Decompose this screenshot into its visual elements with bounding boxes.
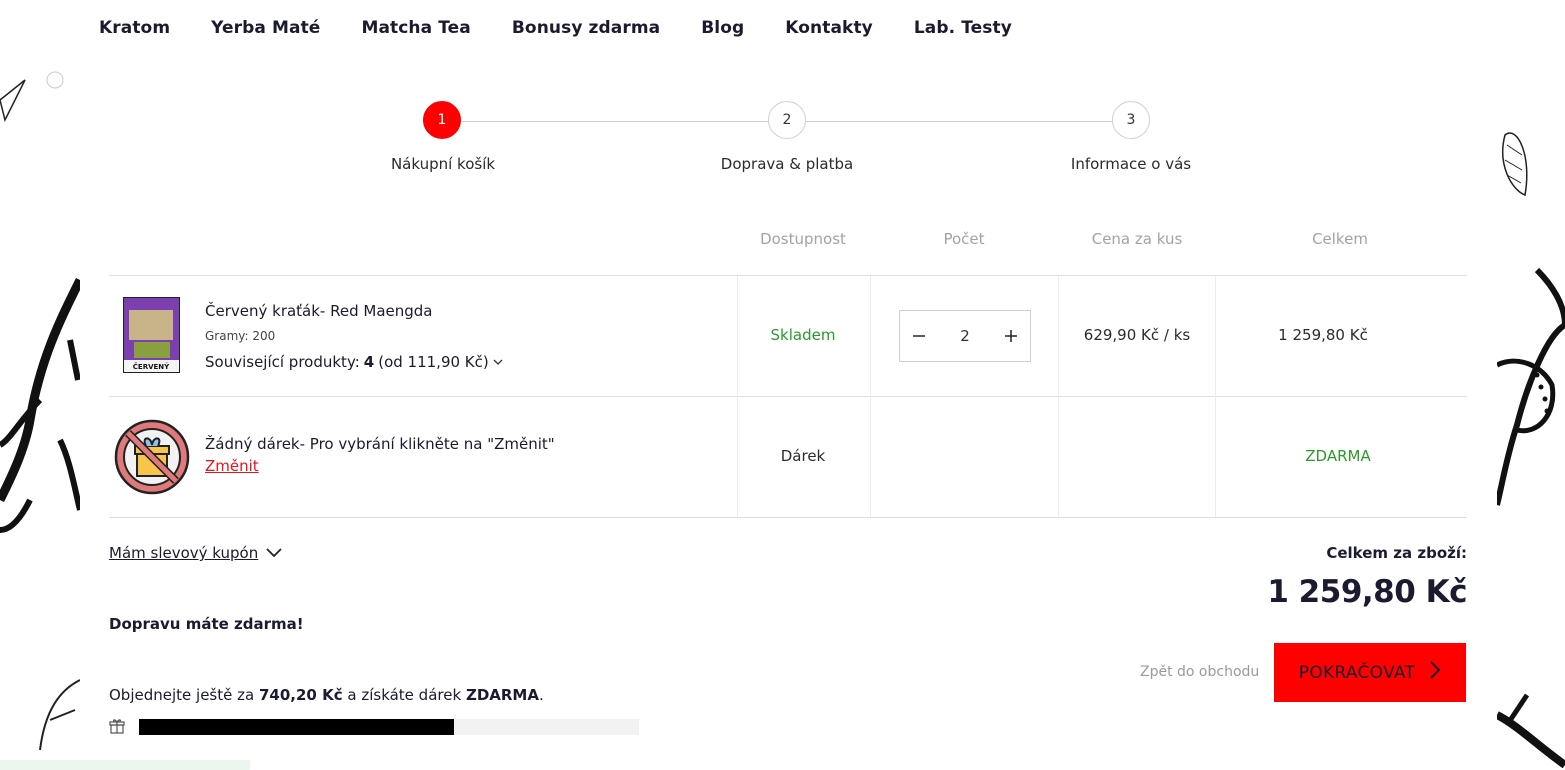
related-count: 4	[363, 353, 375, 371]
column-divider	[737, 276, 738, 517]
column-divider	[1058, 276, 1059, 517]
order-more-amount: 740,20 Kč	[258, 686, 343, 704]
availability-status: Skladem	[770, 326, 836, 344]
back-to-shop-link[interactable]: Zpět do obchodu	[1140, 664, 1259, 680]
related-from: (od 111,90 Kč)	[378, 353, 489, 371]
product-name[interactable]: Červený kraťák- Red Maengda	[205, 302, 432, 320]
line-total: 1 259,80 Kč	[1278, 326, 1368, 344]
order-more-suffix: .	[538, 686, 544, 704]
quantity-stepper: 2	[899, 310, 1031, 362]
order-more-middle: a získáte dárek	[347, 686, 462, 704]
quantity-value[interactable]: 2	[960, 327, 970, 345]
gift-icon	[109, 718, 125, 734]
minus-icon[interactable]	[908, 325, 930, 347]
table-divider	[109, 275, 1467, 276]
continue-button[interactable]: POKRAČOVAT	[1274, 643, 1466, 702]
table-divider	[109, 517, 1467, 518]
order-more-gift: ZDARMA	[465, 686, 539, 704]
summary-label: Celkem za zboží:	[1326, 544, 1467, 562]
plus-icon[interactable]	[1000, 325, 1022, 347]
product-thumbnail[interactable]: ČERVENÝ	[123, 297, 180, 373]
product-variant: Gramy: 200	[205, 329, 276, 343]
coupon-toggle[interactable]: Mám slevový kupón	[109, 544, 282, 562]
decorative-leaf-right	[1497, 125, 1565, 770]
gift-threshold-note: Objednejte ještě za 740,20 Kč a získáte …	[109, 686, 544, 704]
related-label: Související produkty:	[205, 353, 360, 371]
chevron-down-icon	[266, 544, 282, 562]
header-quantity: Počet	[943, 230, 985, 248]
free-shipping-note: Dopravu máte zdarma!	[109, 615, 304, 633]
related-products-toggle[interactable]: Související produkty: 4 (od 111,90 Kč)	[205, 353, 503, 371]
gift-type: Dárek	[780, 447, 826, 465]
thumb-label: ČERVENÝ	[133, 362, 170, 371]
step-3-circle[interactable]: 3	[1112, 101, 1150, 139]
gift-price: ZDARMA	[1305, 447, 1371, 465]
continue-label: POKRAČOVAT	[1298, 662, 1416, 683]
gift-text: Žádný dárek- Pro vybrání klikněte na "Zm…	[205, 435, 555, 453]
header-availability: Dostupnost	[760, 230, 846, 248]
table-divider	[109, 396, 1467, 397]
gift-progress-bar	[139, 719, 639, 735]
step-1-label: Nákupní košík	[390, 155, 496, 173]
header-total: Celkem	[1312, 230, 1368, 248]
unit-price: 629,90 Kč / ks	[1083, 326, 1191, 344]
checkout-stepper: 1 2 3 Nákupní košík Doprava & platba Inf…	[0, 0, 1565, 200]
step-1-circle[interactable]: 1	[423, 101, 461, 139]
no-gift-icon	[113, 418, 191, 496]
summary-total: 1 259,80 Kč	[1267, 574, 1467, 610]
chevron-right-icon	[1429, 660, 1441, 685]
step-2-label: Doprava & platba	[720, 155, 854, 173]
coupon-label: Mám slevový kupón	[109, 544, 259, 562]
header-unit-price: Cena za kus	[1091, 230, 1183, 248]
gift-progress-fill	[139, 719, 454, 735]
step-3-label: Informace o vás	[1070, 155, 1192, 173]
chevron-down-icon	[493, 353, 503, 371]
change-gift-link[interactable]: Změnit	[205, 457, 259, 475]
column-divider	[870, 276, 871, 517]
column-divider	[1215, 276, 1216, 517]
order-more-prefix: Objednejte ještě za	[109, 686, 255, 704]
step-2-circle[interactable]: 2	[768, 101, 806, 139]
bottom-strip	[0, 760, 250, 770]
